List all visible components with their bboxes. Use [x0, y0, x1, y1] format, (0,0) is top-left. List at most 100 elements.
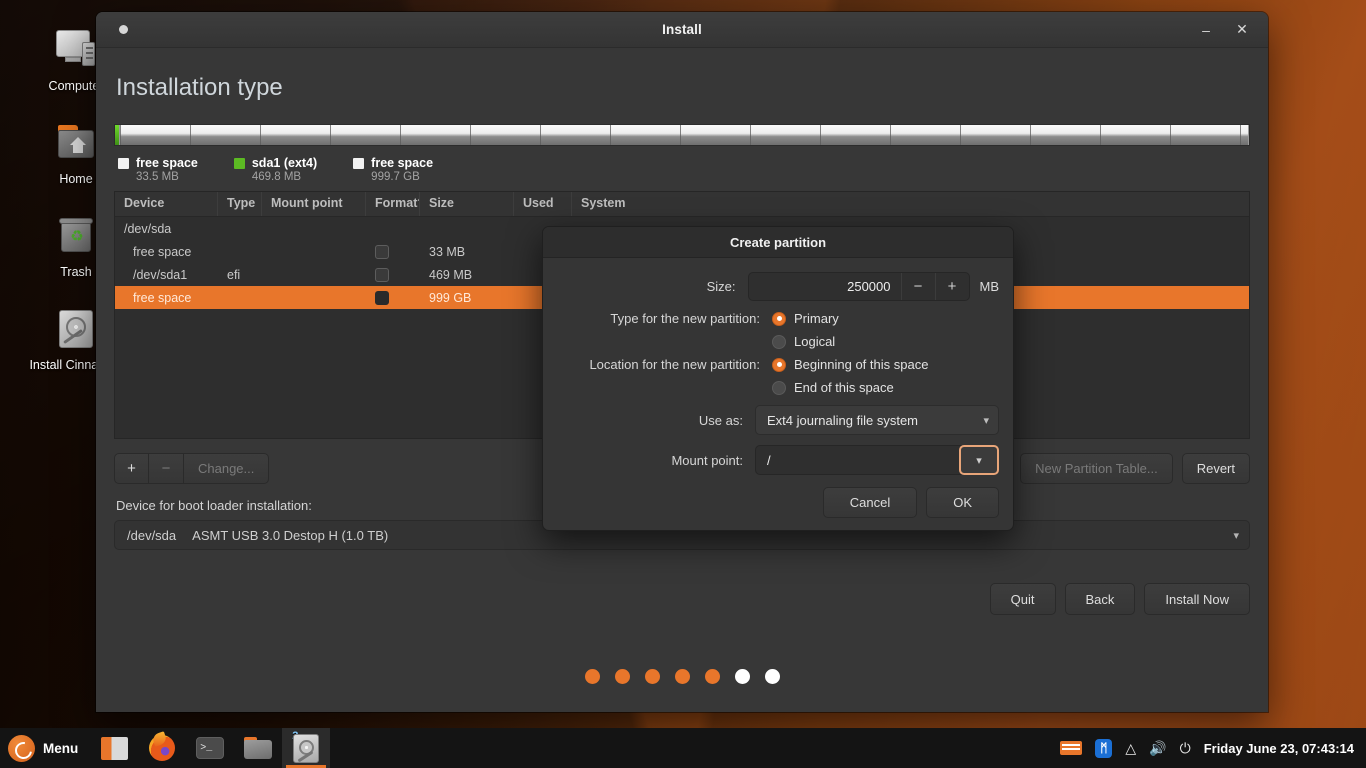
cell-device: /dev/sda1	[133, 267, 188, 282]
chevron-down-icon: ▾	[983, 414, 989, 427]
legend-item: sda1 (ext4) 469.8 MB	[233, 156, 318, 183]
column-header-used: Used	[514, 192, 572, 216]
legend-item: free space 999.7 GB	[353, 156, 433, 183]
revert-button[interactable]: Revert	[1181, 453, 1250, 484]
mount-point-row: Mount point: / ▾	[557, 445, 999, 475]
mount-point-label: Mount point:	[671, 452, 743, 468]
size-input[interactable]: 250000	[749, 273, 901, 300]
cell-size: 33 MB	[429, 244, 466, 259]
cell-device: free space	[133, 290, 192, 305]
file-manager-launcher[interactable]	[234, 728, 282, 768]
volume-icon[interactable]: 🔊	[1149, 740, 1166, 757]
radio-end-of-space[interactable]: End of this space	[772, 380, 894, 395]
format-checkbox[interactable]	[375, 290, 389, 305]
column-header-type: Type	[218, 192, 262, 216]
cell-size: 469 MB	[429, 267, 473, 282]
battery-icon[interactable]: ⏻	[1180, 740, 1191, 757]
back-button[interactable]: Back	[1064, 583, 1136, 615]
mint-menu-icon	[8, 734, 35, 762]
progress-dot	[764, 669, 780, 684]
system-tray: ᛗ △ 🔊 ⏻ Friday June 23, 07:43:14	[1060, 738, 1366, 758]
chevron-down-icon: ▾	[1233, 529, 1239, 542]
progress-dot	[734, 669, 750, 684]
size-increment-button[interactable]: +	[934, 273, 969, 300]
quit-button[interactable]: Quit	[989, 583, 1056, 615]
progress-dot	[584, 669, 600, 684]
partition-segment-free	[120, 125, 1249, 145]
format-checkbox[interactable]	[375, 267, 389, 282]
files-launcher[interactable]	[90, 728, 138, 768]
legend-size: 469.8 MB	[251, 171, 302, 183]
size-decrement-button[interactable]: −	[900, 273, 935, 300]
add-partition-button[interactable]: +	[114, 453, 149, 484]
remove-partition-button[interactable]: −	[149, 453, 184, 484]
format-checkbox[interactable]	[375, 244, 389, 259]
ok-button[interactable]: OK	[926, 487, 999, 518]
column-header-device: Device	[115, 192, 218, 216]
partition-type-label: Type for the new partition:	[610, 311, 760, 326]
new-partition-table-button[interactable]: New Partition Table...	[1020, 453, 1173, 484]
installer-window: Install – ✕ Installation type free space	[96, 12, 1268, 712]
size-unit-label: MB	[979, 279, 1000, 294]
keyboard-layout-icon[interactable]	[1060, 741, 1083, 755]
cell-type: efi	[227, 267, 241, 282]
bootloader-device-id: /dev/sda	[127, 527, 177, 543]
partition-location-row-2: End of this space	[557, 380, 999, 395]
dialog-actions: Cancel OK	[557, 487, 999, 518]
window-titlebar: Install – ✕	[96, 12, 1268, 48]
progress-dot	[704, 669, 720, 684]
partition-action-group: + − Change...	[114, 453, 270, 484]
use-as-row: Use as: Ext4 journaling file system ▾	[557, 405, 999, 435]
install-now-button[interactable]: Install Now	[1144, 583, 1250, 615]
legend-label: free space	[371, 156, 434, 170]
legend-label: free space	[136, 156, 198, 170]
partition-type-row: Type for the new partition: Primary	[557, 311, 999, 326]
partition-location-label: Location for the new partition:	[589, 357, 760, 372]
menu-label: Menu	[43, 740, 79, 756]
radio-indicator-icon	[772, 380, 786, 395]
radio-label: Primary	[794, 311, 839, 326]
cell-format	[366, 244, 420, 259]
radio-label: Beginning of this space	[794, 357, 929, 372]
radio-logical[interactable]: Logical	[772, 334, 835, 349]
mount-point-input[interactable]: /	[755, 445, 962, 475]
create-partition-dialog: Create partition Size: 250000 − + MB Typ…	[542, 226, 1014, 531]
radio-beginning-of-space[interactable]: Beginning of this space	[772, 357, 928, 372]
column-header-mount-point: Mount point	[262, 192, 366, 216]
column-header-system: System	[581, 196, 626, 210]
size-stepper[interactable]: 250000 − +	[747, 272, 970, 301]
menu-button[interactable]: Menu	[0, 728, 90, 768]
bluetooth-icon[interactable]: ᛗ	[1095, 738, 1113, 758]
dialog-body: Size: 250000 − + MB Type for the new par…	[543, 258, 1013, 530]
column-header-size: Size	[420, 192, 514, 216]
cell-device: free space	[133, 244, 192, 259]
table-tools: New Partition Table... Revert	[1020, 453, 1250, 484]
mount-point-control: / ▾	[755, 445, 999, 475]
progress-dot	[674, 669, 690, 684]
cell-device: /dev/sda	[124, 221, 172, 236]
page-title: Installation type	[116, 74, 283, 101]
legend-size: 33.5 MB	[136, 171, 179, 183]
disk-icon	[293, 733, 320, 763]
change-partition-button[interactable]: Change...	[184, 453, 270, 484]
legend-label: sda1 (ext4)	[251, 156, 318, 170]
use-as-select[interactable]: Ext4 journaling file system ▾	[755, 405, 999, 435]
cell-format	[366, 267, 420, 282]
radio-indicator-icon	[772, 311, 786, 326]
firefox-launcher[interactable]	[138, 728, 186, 768]
terminal-launcher[interactable]: >_	[186, 728, 234, 768]
mount-point-dropdown-button[interactable]: ▾	[959, 445, 999, 475]
partition-legend: free space 33.5 MB sda1 (ext4) 469.8 MB …	[114, 150, 1250, 191]
size-label: Size:	[706, 279, 736, 294]
radio-label: Logical	[794, 334, 836, 349]
wifi-icon[interactable]: △	[1125, 740, 1136, 757]
legend-swatch-icon	[233, 157, 245, 169]
chevron-down-icon: ▾	[976, 454, 982, 467]
radio-label: End of this space	[794, 380, 894, 395]
clock[interactable]: Friday June 23, 07:43:14	[1204, 741, 1354, 756]
files-icon	[100, 736, 128, 760]
radio-primary[interactable]: Primary	[772, 311, 839, 326]
installer-taskbar-item[interactable]: 2	[282, 728, 331, 768]
progress-dots	[114, 669, 1250, 684]
cancel-button[interactable]: Cancel	[822, 487, 918, 518]
